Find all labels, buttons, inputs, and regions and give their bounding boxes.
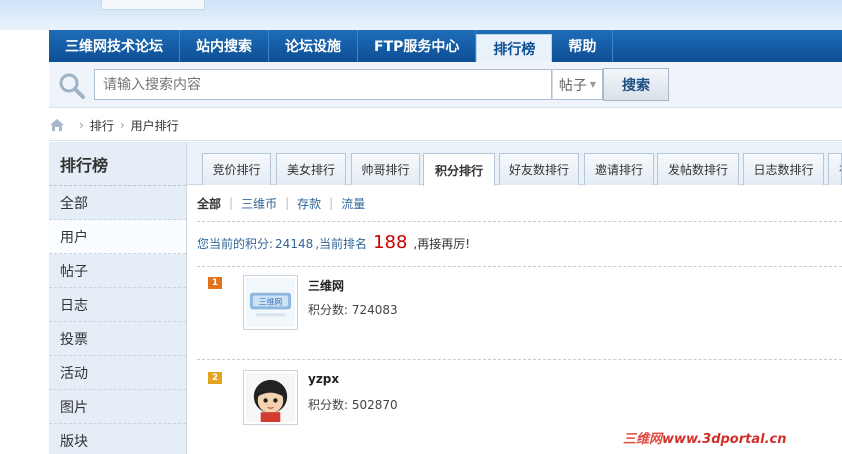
sidebar-item-pictures[interactable]: 图片 <box>49 390 186 424</box>
search-icon <box>57 72 87 100</box>
search-input[interactable] <box>95 70 551 99</box>
chevron-down-icon: ▼ <box>589 80 597 89</box>
tab-beauty-ranking[interactable]: 美女排行 <box>276 153 346 185</box>
sidebar-item-all[interactable]: 全部 <box>49 186 186 220</box>
sidebar-item-events[interactable]: 活动 <box>49 356 186 390</box>
rank-badge: 2 <box>208 372 222 384</box>
my-score-suffix: ,再接再厉! <box>413 237 471 251</box>
sidebar-item-blogs[interactable]: 日志 <box>49 288 186 322</box>
search-button[interactable]: 搜索 <box>603 68 669 101</box>
tab-posts-ranking[interactable]: 发帖数排行 <box>657 153 739 185</box>
user-score-value: 502870 <box>351 398 398 412</box>
nav-item-ftp[interactable]: FTP服务中心 <box>358 30 477 62</box>
user-score-label: 积分数: <box>308 398 349 412</box>
avatar[interactable]: 三维网 <box>243 275 298 330</box>
top-tab-stub <box>101 0 205 10</box>
tab-handsome-ranking[interactable]: 帅哥排行 <box>351 153 420 185</box>
breadcrumb: › 排行 › 用户排行 <box>49 112 179 138</box>
ranking-row: 1 三维网 三维网 积分数: 724083 <box>187 272 842 352</box>
filter-coins[interactable]: 三维币 <box>241 195 277 212</box>
ranking-tabs: 竞价排行 美女排行 帅哥排行 积分排行 好友数排行 邀请排行 发帖数排行 日志数… <box>187 142 842 186</box>
search-scope-label: 帖子 <box>558 77 587 94</box>
search-bar: 帖子 ▼ 搜索 <box>49 62 842 108</box>
filter-separator: | <box>329 196 334 210</box>
my-score-prefix: 您当前的积分: <box>197 237 274 251</box>
avatar[interactable] <box>243 370 298 425</box>
watermark: 三维网www.3dportal.cn <box>623 428 787 447</box>
nav-item-help[interactable]: 帮助 <box>552 30 614 62</box>
main-nav: 三维网技术论坛 站内搜索 论坛设施 FTP服务中心 排行榜 帮助 <box>49 30 842 62</box>
nav-item-forum-home[interactable]: 三维网技术论坛 <box>49 30 180 62</box>
search-input-wrap <box>94 69 552 100</box>
breadcrumb-link-ranking[interactable]: 排行 <box>90 117 114 134</box>
avatar-logo-image: 三维网 <box>246 278 295 327</box>
main-content: 竞价排行 美女排行 帅哥排行 积分排行 好友数排行 邀请排行 发帖数排行 日志数… <box>187 142 842 454</box>
user-score: 积分数: 724083 <box>308 301 398 318</box>
sidebar-item-posts[interactable]: 帖子 <box>49 254 186 288</box>
user-name[interactable]: yzpx <box>308 372 339 386</box>
dashed-divider <box>197 359 842 360</box>
nav-item-facilities[interactable]: 论坛设施 <box>269 30 358 62</box>
sub-filters: 全部 | 三维币 | 存款 | 流量 <box>197 193 365 213</box>
user-score: 积分数: 502870 <box>308 396 398 413</box>
search-scope-select[interactable]: 帖子 ▼ <box>552 69 603 100</box>
tab-online-ranking[interactable]: 在 <box>828 153 842 185</box>
my-rank-value: 188 <box>373 232 408 253</box>
tab-friends-ranking[interactable]: 好友数排行 <box>499 153 579 185</box>
home-icon[interactable] <box>49 118 65 132</box>
sidebar-item-polls[interactable]: 投票 <box>49 322 186 356</box>
tab-bid-ranking[interactable]: 竞价排行 <box>202 153 271 185</box>
dashed-divider <box>197 266 842 267</box>
breadcrumb-separator: › <box>119 118 125 132</box>
sidebar-title: 排行榜 <box>49 142 186 186</box>
filter-traffic[interactable]: 流量 <box>341 195 365 212</box>
user-score-label: 积分数: <box>308 303 349 317</box>
tab-credits-ranking[interactable]: 积分排行 <box>423 153 495 186</box>
avatar-logo-text: 三维网 <box>259 296 283 306</box>
tab-invite-ranking[interactable]: 邀请排行 <box>584 153 654 185</box>
sidebar-item-users[interactable]: 用户 <box>49 220 186 254</box>
tab-blogs-ranking[interactable]: 日志数排行 <box>743 153 824 185</box>
watermark-url: www.3dportal.cn <box>662 432 787 447</box>
avatar-cartoon-image <box>246 373 295 422</box>
filter-all[interactable]: 全部 <box>197 195 221 212</box>
nav-item-ranking[interactable]: 排行榜 <box>476 34 553 62</box>
filter-separator: | <box>229 196 234 210</box>
user-name[interactable]: 三维网 <box>308 277 344 294</box>
dashed-divider <box>197 221 842 222</box>
breadcrumb-current: 用户排行 <box>130 118 179 133</box>
sidebar: 排行榜 全部 用户 帖子 日志 投票 活动 图片 版块 <box>49 142 187 454</box>
my-score-line: 您当前的积分: 24148 ,当前排名 188 ,再接再厉! <box>197 232 470 256</box>
my-score-middle: ,当前排名 <box>315 237 368 251</box>
user-score-value: 724083 <box>351 303 398 317</box>
my-score-value: 24148 <box>275 237 314 251</box>
breadcrumb-separator: › <box>79 118 84 132</box>
filter-deposit[interactable]: 存款 <box>297 195 321 212</box>
rank-badge: 1 <box>208 277 222 289</box>
divider <box>49 140 842 141</box>
nav-item-site-search[interactable]: 站内搜索 <box>180 30 269 62</box>
watermark-cn: 三维网 <box>623 432 663 447</box>
filter-separator: | <box>285 196 290 210</box>
sidebar-item-forums[interactable]: 版块 <box>49 424 186 454</box>
